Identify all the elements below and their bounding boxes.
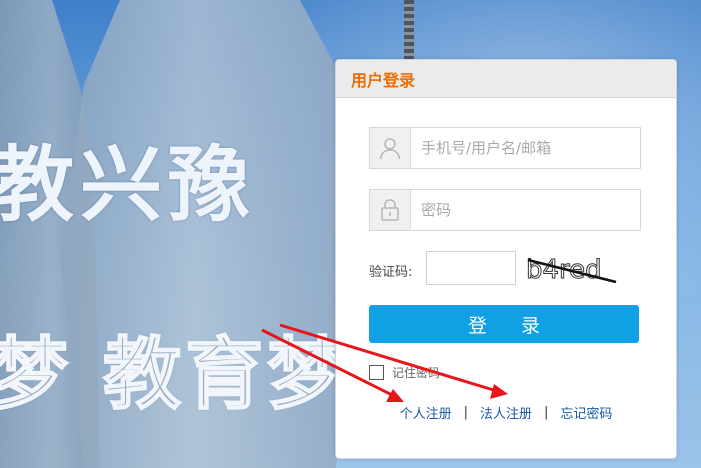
annotation-arrows: [261, 323, 508, 402]
annotation-arrow-2: [279, 323, 501, 394]
annotation-arrowhead-2: [490, 384, 508, 399]
annotation-arrowhead-1: [386, 389, 404, 402]
